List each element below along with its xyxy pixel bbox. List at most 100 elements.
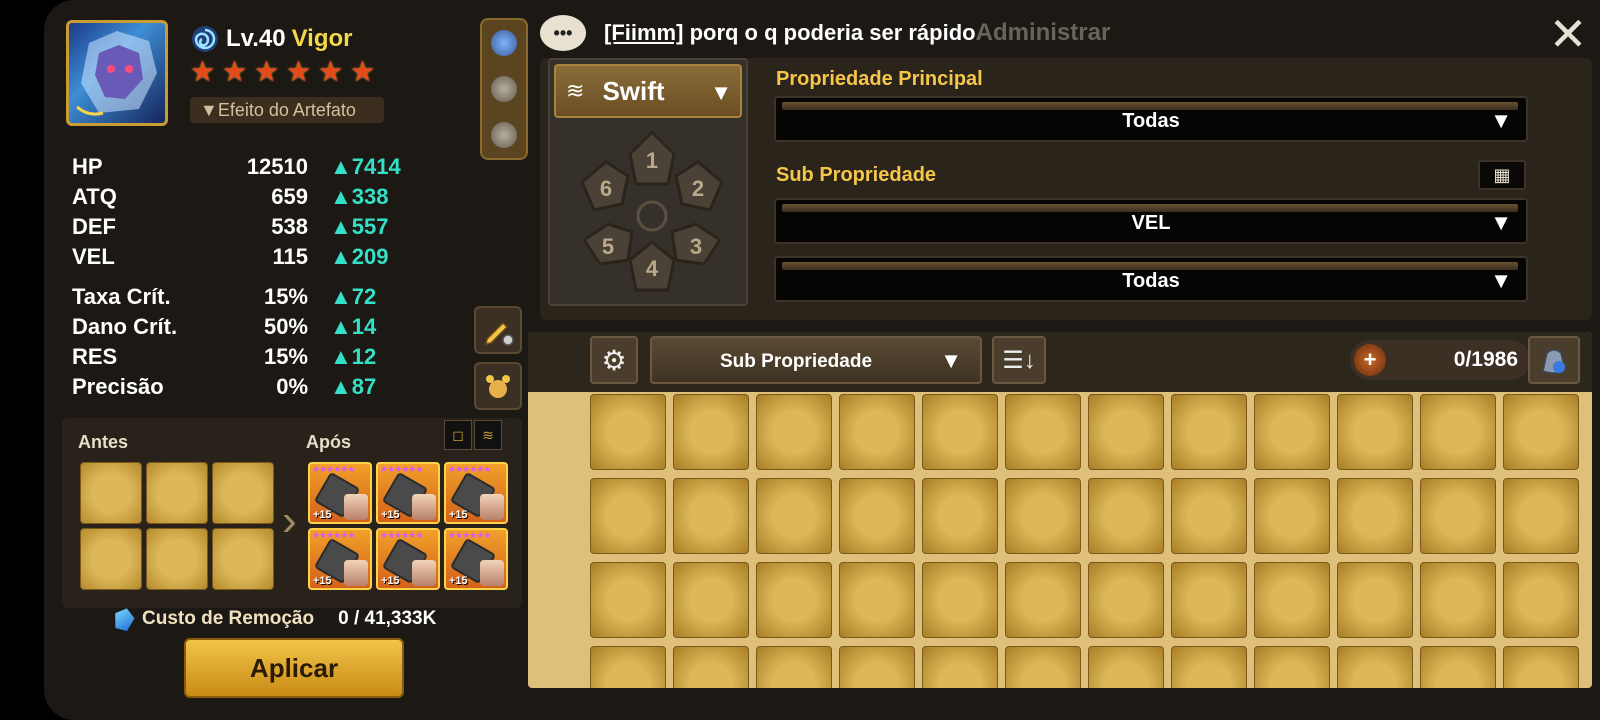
square-rune-icon[interactable]: ◻ — [444, 420, 472, 450]
empty-rune-slot[interactable] — [212, 462, 274, 524]
artifact-effect-button[interactable]: ▼Efeito do Artefato — [190, 97, 384, 123]
rune-tab-icon[interactable] — [491, 30, 517, 56]
rune-level: +15 — [449, 509, 468, 521]
rune-item[interactable]: ★★★★★★ +15 — [444, 528, 508, 590]
monster-portrait[interactable] — [66, 20, 168, 126]
stat-row: RES 15% ▲12 — [72, 342, 472, 372]
empty-rune-slot[interactable] — [80, 528, 142, 590]
swift-set-icon[interactable]: ≋ — [474, 420, 502, 450]
settings-gear-icon[interactable]: ⚙ — [590, 336, 638, 384]
chat-bubble-icon[interactable]: ••• — [540, 15, 586, 51]
apply-button[interactable]: Aplicar — [184, 638, 404, 698]
inventory-slot[interactable] — [756, 478, 832, 554]
inventory-slot[interactable] — [673, 394, 749, 470]
empty-rune-slot[interactable] — [146, 528, 208, 590]
inventory-slot[interactable] — [839, 646, 915, 688]
inventory-slot[interactable] — [1254, 562, 1330, 638]
inventory-slot[interactable] — [756, 394, 832, 470]
inventory-slot[interactable] — [590, 394, 666, 470]
wind-swirl-icon — [192, 26, 218, 52]
inventory-slot[interactable] — [1503, 478, 1579, 554]
rune-item[interactable]: ★★★★★★ +15 — [308, 462, 372, 524]
inventory-slot[interactable] — [922, 646, 998, 688]
inventory-slot[interactable] — [1088, 562, 1164, 638]
inventory-slot[interactable] — [1088, 646, 1164, 688]
inventory-slot[interactable] — [1005, 478, 1081, 554]
inventory-slot[interactable] — [1254, 646, 1330, 688]
empty-rune-slot[interactable] — [80, 462, 142, 524]
inventory-slot[interactable] — [590, 646, 666, 688]
sort-dropdown[interactable]: Sub Propriedade ▼ — [650, 336, 982, 384]
equipped-monster-icon — [412, 494, 436, 520]
inventory-slot[interactable] — [922, 478, 998, 554]
inventory-slot[interactable] — [673, 562, 749, 638]
grindstone-tab-icon[interactable] — [491, 122, 517, 148]
rune-bag-icon[interactable] — [1528, 336, 1580, 384]
close-button[interactable]: ✕ — [1546, 11, 1590, 57]
chat-sender[interactable]: [Fiimm] — [604, 20, 683, 45]
inventory-slot[interactable] — [673, 646, 749, 688]
stat-label: Taxa Crít. — [72, 284, 171, 309]
stat-bonus: ▲209 — [330, 244, 389, 269]
rune-item[interactable]: ★★★★★★ +15 — [308, 528, 372, 590]
inventory-slot[interactable] — [839, 562, 915, 638]
grid-view-icon[interactable]: ▦ — [1478, 160, 1526, 190]
rune-level: +15 — [313, 509, 332, 521]
empty-rune-slot[interactable] — [212, 528, 274, 590]
inventory-slot[interactable] — [590, 562, 666, 638]
inventory-slot[interactable] — [922, 562, 998, 638]
inventory-slot[interactable] — [1088, 478, 1164, 554]
equipped-monster-icon — [412, 560, 436, 586]
expand-inventory-plus-icon[interactable]: + — [1354, 344, 1386, 376]
inventory-slot[interactable] — [839, 478, 915, 554]
inventory-slot[interactable] — [756, 562, 832, 638]
inventory-slot[interactable] — [1088, 394, 1164, 470]
inventory-slot[interactable] — [673, 478, 749, 554]
artifact-tab-icon[interactable] — [491, 76, 517, 102]
inventory-slot[interactable] — [1337, 394, 1413, 470]
crystal-icon — [111, 606, 136, 632]
inventory-slot[interactable] — [1171, 562, 1247, 638]
slot-number: 4 — [646, 256, 659, 281]
inventory-slot[interactable] — [1005, 562, 1081, 638]
inventory-slot[interactable] — [1337, 562, 1413, 638]
stat-value: 538 — [271, 214, 308, 239]
inventory-slot[interactable] — [839, 394, 915, 470]
inventory-slot[interactable] — [1503, 646, 1579, 688]
before-rune-grid — [80, 462, 274, 590]
rune-item[interactable]: ★★★★★★ +15 — [376, 528, 440, 590]
inventory-slot[interactable] — [1171, 478, 1247, 554]
inventory-slot[interactable] — [1337, 478, 1413, 554]
inventory-slot[interactable] — [1005, 394, 1081, 470]
inventory-slot[interactable] — [1254, 394, 1330, 470]
inventory-slot[interactable] — [1503, 394, 1579, 470]
sort-order-icon[interactable]: ☰↓ — [992, 336, 1046, 384]
main-property-dropdown[interactable]: Todas ▼ — [774, 96, 1528, 142]
inventory-slot[interactable] — [756, 646, 832, 688]
inventory-slot[interactable] — [1420, 394, 1496, 470]
inventory-slot[interactable] — [1420, 562, 1496, 638]
star-icon: ★ — [286, 56, 312, 87]
inventory-slot[interactable] — [1171, 646, 1247, 688]
sub-property-dropdown-2[interactable]: Todas ▼ — [774, 256, 1528, 302]
inventory-slot[interactable] — [1420, 478, 1496, 554]
stat-row: VEL 115 ▲209 — [72, 242, 472, 272]
inventory-slot[interactable] — [1337, 646, 1413, 688]
sub-property-dropdown-1[interactable]: VEL ▼ — [774, 198, 1528, 244]
inventory-slot[interactable] — [1254, 478, 1330, 554]
rune-slot-diagram[interactable]: 1 2 3 4 5 6 — [572, 124, 732, 304]
inventory-slot[interactable] — [1171, 394, 1247, 470]
inventory-slot[interactable] — [1503, 562, 1579, 638]
rune-item[interactable]: ★★★★★★ +15 — [376, 462, 440, 524]
rune-set-select[interactable]: ≋ Swift ▼ — [554, 64, 742, 118]
rune-level: +15 — [381, 575, 400, 587]
rune-item[interactable]: ★★★★★★ +15 — [444, 462, 508, 524]
inventory-slot[interactable] — [590, 478, 666, 554]
monster-preset-button[interactable] — [474, 362, 522, 410]
inventory-slot[interactable] — [1005, 646, 1081, 688]
inventory-slot[interactable] — [1420, 646, 1496, 688]
edit-pencil-button[interactable] — [474, 306, 522, 354]
empty-rune-slot[interactable] — [146, 462, 208, 524]
inventory-slot[interactable] — [922, 394, 998, 470]
chat-bar[interactable]: ••• [Fiimm] porq o q poderia ser rápidoA… — [540, 8, 1580, 58]
